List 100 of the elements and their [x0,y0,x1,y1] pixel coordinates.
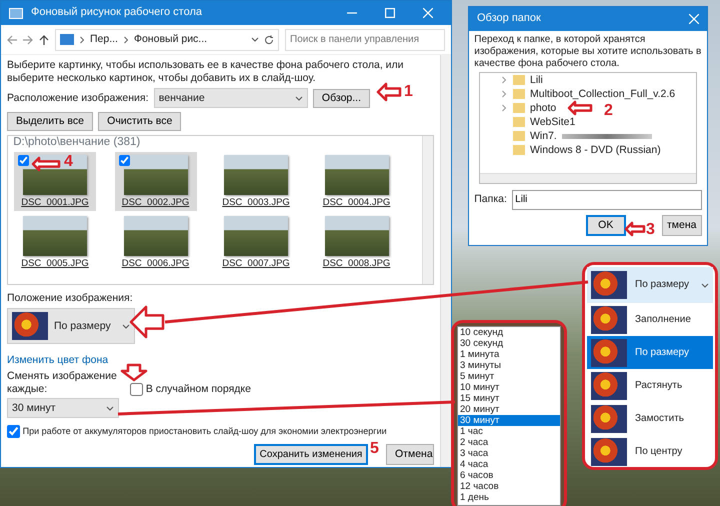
photo-tile[interactable]: DSC_0007.JPG [215,213,297,273]
dialog-instructions: Переход к папке, в которой хранятся изображения, которые вы хотите использовать в качестве фона рабочего стола. [473,32,702,71]
group-header[interactable]: D:\photo\венчание (381) [8,136,422,150]
breadcrumb[interactable]: Фоновый рис... [134,33,208,46]
dropdown-value: По размеру [54,320,112,333]
file-name: DSC_0003.JPG [222,196,290,208]
separator-icon [122,36,129,44]
photo-checkbox[interactable] [118,154,130,166]
list-option[interactable]: По размеру [587,336,713,369]
dropdown-value: По размеру [635,279,690,291]
photo-thumbnail [124,216,188,256]
dropdown-value: венчание [158,92,205,104]
list-option[interactable]: 1 час [458,426,560,437]
tree-item[interactable]: Windows 8 - DVD (Russian) [480,143,661,158]
photo-thumbnail [324,216,388,256]
photo-tile[interactable]: DSC_0005.JPG [14,213,96,273]
list-option[interactable]: По центру [587,435,713,468]
ok-button[interactable]: OK [586,214,626,236]
list-option[interactable]: 10 секунд [458,327,560,338]
list-option[interactable]: 3 минуты [458,360,560,371]
search-field[interactable]: Поиск в панели управления [285,28,445,50]
forward-icon[interactable] [23,34,33,44]
list-option[interactable]: 1 день [458,492,560,503]
photo-tile[interactable]: DSC_0006.JPG [114,213,196,273]
list-option[interactable]: 15 минут [458,393,560,404]
list-option[interactable]: 2 часа [458,437,560,448]
folder-icon [513,131,525,142]
separator-icon [79,36,85,44]
maximize-button[interactable] [385,8,395,18]
cancel-button[interactable]: Отмена [386,444,434,466]
clear-all-button[interactable]: Очистить все [98,112,182,132]
monitor-icon [60,34,74,45]
photo-tile[interactable]: DSC_0004.JPG [316,152,398,212]
flower-thumbnail [591,271,627,299]
list-option[interactable]: 30 секунд [458,338,560,349]
back-icon[interactable] [7,34,17,44]
list-option[interactable]: Растянуть [587,369,713,402]
tree-item[interactable]: WebSite1 [480,115,576,130]
browse-button[interactable]: Обзор... [312,88,370,108]
address-bar[interactable]: Пер... Фоновый рис... [55,28,279,50]
folder-name: Lili [530,74,543,87]
list-option[interactable]: 1 минута [458,349,560,360]
list-option[interactable]: 30 минут [458,415,560,426]
tree-item[interactable]: Lili [480,73,543,88]
tree-item[interactable]: photo [480,101,556,116]
flower-thumbnail [591,404,627,432]
location-dropdown[interactable]: венчание [154,88,308,108]
photo-checkbox[interactable] [18,154,29,166]
annotation-arrow [130,306,164,338]
list-option[interactable]: 20 минут [458,404,560,415]
chevron-icon [251,37,259,42]
tree-item[interactable]: Multiboot_Collection_Full_v.2.6 [480,87,676,102]
list-option[interactable]: 5 минут [458,371,560,382]
photo-tile[interactable]: DSC_0002.JPG [114,152,196,212]
battery-checkbox[interactable] [7,424,20,438]
dropdown-value: 30 минут [12,402,56,414]
list-option[interactable]: 10 минут [458,382,560,393]
list-option[interactable]: 6 часов [458,470,560,481]
file-name: DSC_0004.JPG [322,196,390,208]
photo-tile[interactable]: DSC_0003.JPG [215,152,297,212]
position-dropdown[interactable]: По размеру [587,267,713,303]
chevron-icon [106,406,114,411]
close-button[interactable] [423,8,433,18]
cancel-button[interactable]: тмена [662,214,702,236]
scrollbar[interactable] [480,173,696,184]
folder-label: Папка: [474,193,507,206]
scrollbar[interactable] [440,55,451,467]
select-all-button[interactable]: Выделить все [7,112,93,132]
window-icon [9,8,23,18]
file-name: DSC_0007.JPG [222,258,290,270]
close-button[interactable] [689,14,699,24]
file-name: DSC_0008.JPG [322,258,390,270]
tree-item[interactable]: Win7. [480,129,652,144]
photo-thumbnail [224,216,288,256]
flower-thumbnail [591,372,627,400]
folder-icon [513,117,525,128]
list-option[interactable]: 12 часов [458,481,560,492]
breadcrumb[interactable]: Пер... [90,33,118,46]
interval-dropdown[interactable]: 30 минут [7,398,119,418]
change-color-link[interactable]: Изменить цвет фона [7,354,434,366]
refresh-icon[interactable] [264,34,274,44]
photo-tile[interactable]: DSC_0008.JPG [316,213,398,273]
list-option[interactable]: 3 часа [458,448,560,459]
list-option[interactable]: Заполнение [587,303,713,336]
save-button[interactable]: Сохранить изменения [254,444,368,466]
flower-thumbnail [12,312,48,340]
annotation-number: 2 [604,103,613,119]
folder-name: Multiboot_Collection_Full_v.2.6 [530,88,676,101]
up-icon[interactable] [39,34,49,44]
checkbox-label: В случайном порядке [146,383,251,396]
scrollbar[interactable] [422,136,433,284]
chevron-icon [701,282,709,288]
list-option[interactable]: Замостить [587,402,713,435]
folder-field[interactable]: Lili [512,190,702,210]
list-option[interactable]: 4 часа [458,459,560,470]
annotation-arrow [376,82,402,102]
photo-thumbnail [224,154,288,195]
shuffle-checkbox[interactable] [130,383,144,396]
folder-icon [513,75,525,86]
position-dropdown[interactable]: По размеру [7,308,135,344]
